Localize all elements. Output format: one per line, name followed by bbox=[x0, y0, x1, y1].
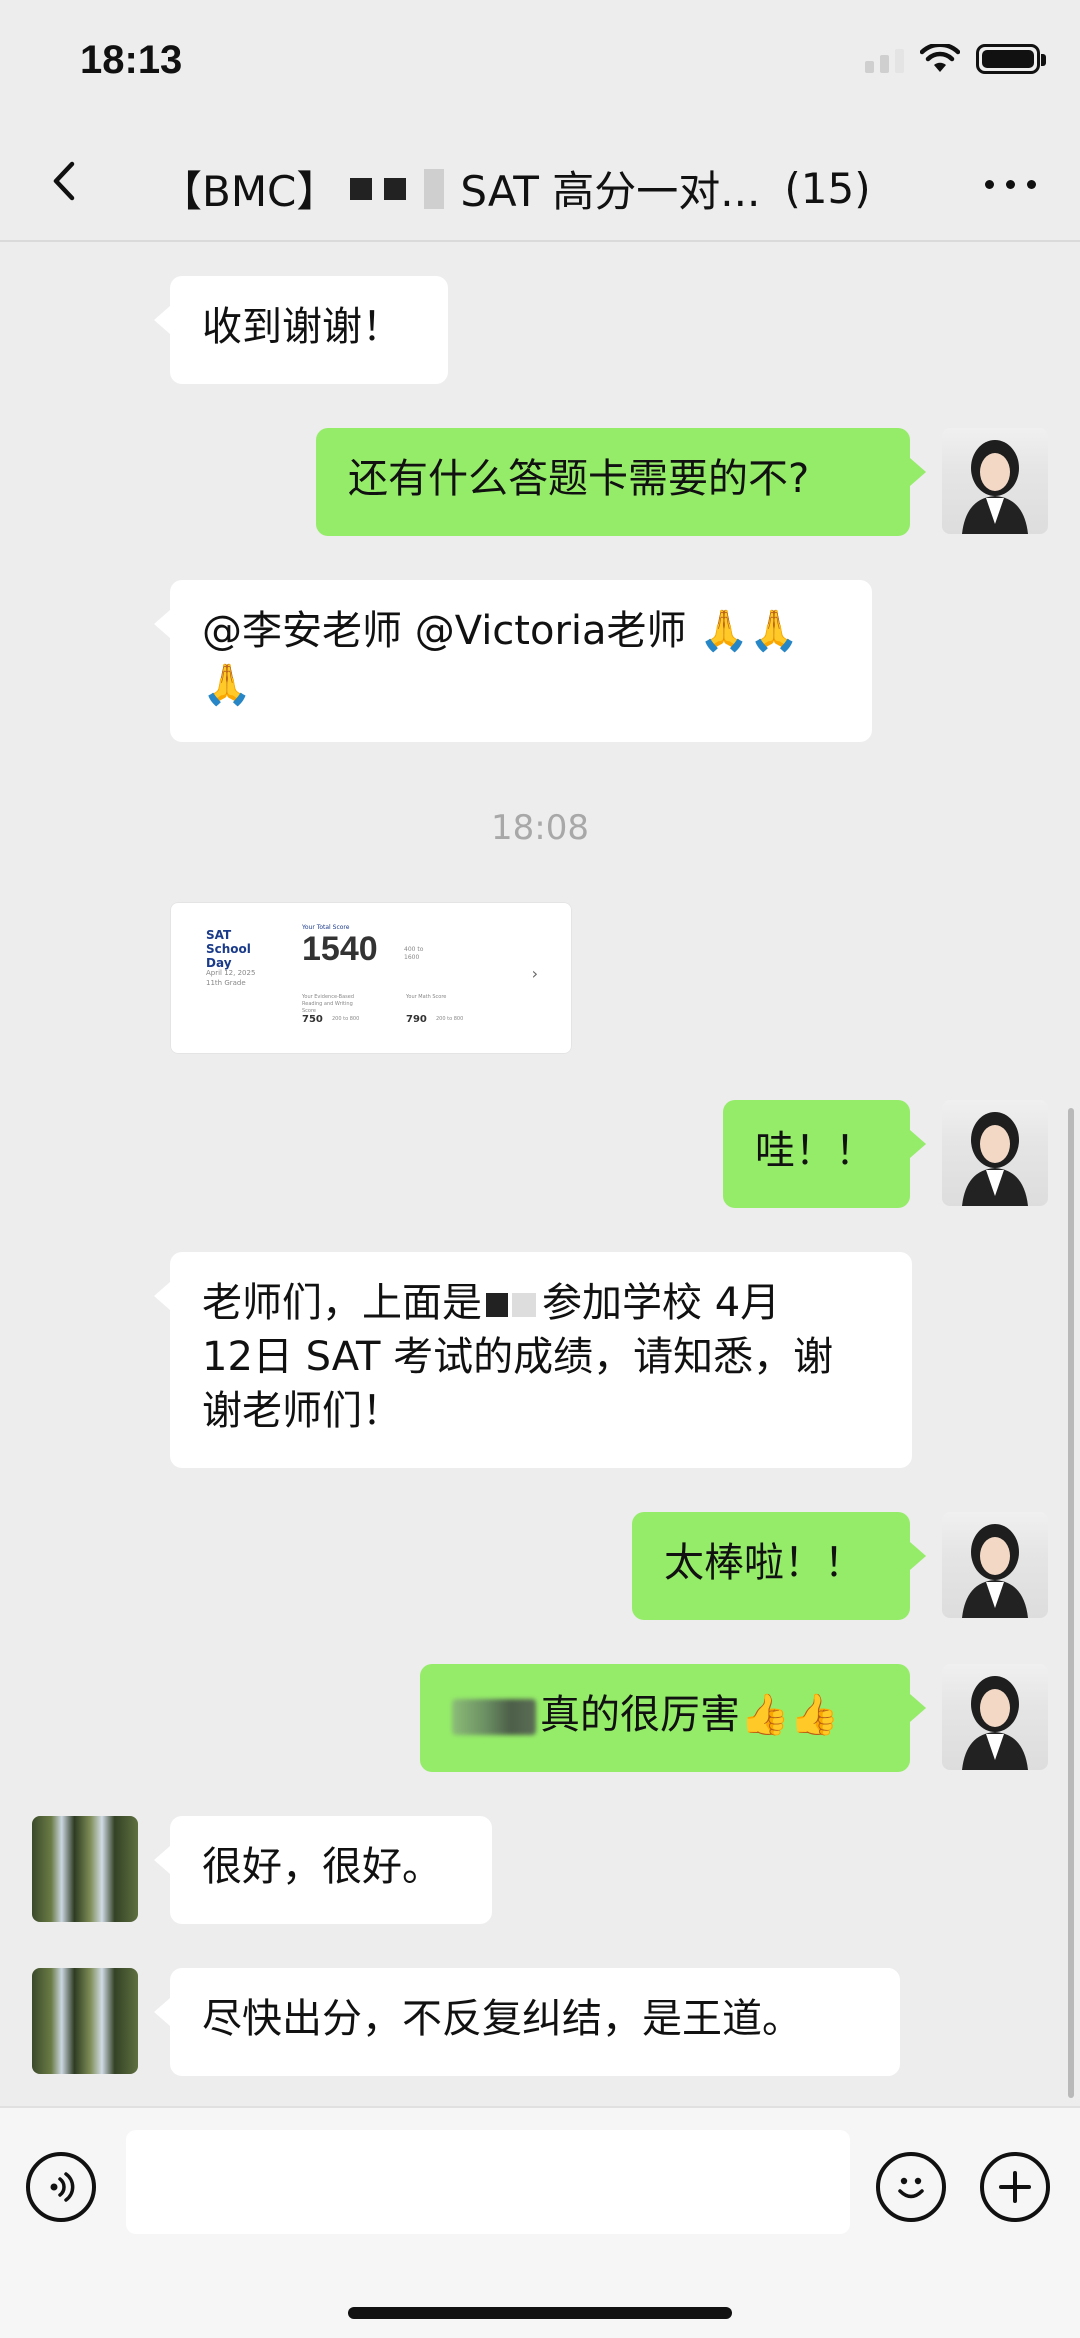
sound-wave-icon bbox=[50, 2172, 75, 2202]
message-bubble-incoming[interactable]: 很好，很好。 bbox=[154, 1816, 492, 1924]
section2-range: 200 to 800 bbox=[436, 1016, 464, 1022]
message-text: 很好，很好。 bbox=[202, 1844, 442, 1890]
avatar-portrait-icon bbox=[962, 1524, 1028, 1618]
my-avatar[interactable] bbox=[942, 1512, 1048, 1618]
status-icons bbox=[865, 44, 1046, 74]
section2-score: 790 bbox=[406, 1014, 427, 1025]
redacted-name bbox=[424, 168, 445, 209]
section2-label: Your Math Score bbox=[406, 994, 447, 1000]
add-attachment-icon[interactable] bbox=[980, 2152, 1050, 2222]
message-text: 🙏 bbox=[202, 662, 252, 708]
message-bubble-outgoing[interactable]: 哇！！ bbox=[723, 1100, 926, 1208]
contact-avatar[interactable] bbox=[32, 1816, 138, 1922]
voice-input-icon[interactable] bbox=[26, 2152, 96, 2222]
redacted-name bbox=[384, 177, 407, 200]
more-options-icon[interactable] bbox=[985, 180, 1036, 189]
member-count: (15) bbox=[784, 164, 871, 213]
message-text: 尽快出分，不反复纠结，是王道。 bbox=[202, 1996, 802, 2042]
message-bubble-incoming[interactable]: 收到谢谢！ bbox=[154, 276, 448, 384]
score-report-date: April 12, 2025 11th Grade bbox=[206, 968, 255, 988]
score-report-title: SAT School Day bbox=[206, 928, 251, 970]
message-text: 还有什么答题卡需要的不? bbox=[348, 456, 810, 502]
chat-title-prefix: 【BMC】 bbox=[160, 167, 339, 216]
score-grade-text: 11th Grade bbox=[206, 979, 246, 987]
message-text: 12日 SAT 考试的成绩，请知悉，谢 bbox=[202, 1334, 834, 1380]
redacted-name bbox=[512, 1293, 536, 1317]
message-line: 老师们，上面是 参加学校 4月 bbox=[202, 1276, 880, 1330]
total-score-range: 400 to 1600 bbox=[404, 946, 424, 961]
my-avatar[interactable] bbox=[942, 1664, 1048, 1770]
message-bubble-incoming[interactable]: @李安老师 @Victoria老师 🙏🙏 🙏 bbox=[154, 580, 872, 742]
blurred-name bbox=[452, 1699, 536, 1735]
avatar-portrait-icon bbox=[962, 1676, 1028, 1770]
message-text: 哇！！ bbox=[755, 1128, 875, 1174]
emoji-icon[interactable] bbox=[876, 2152, 946, 2222]
chevron-right-icon: › bbox=[531, 964, 538, 983]
message-timestamp: 18:08 bbox=[491, 808, 589, 848]
back-arrow-icon[interactable] bbox=[40, 156, 90, 206]
signal-icon bbox=[865, 45, 904, 73]
status-bar: 18:13 bbox=[0, 0, 1080, 120]
redacted-name bbox=[350, 177, 373, 200]
message-bubble-incoming[interactable]: 老师们，上面是 参加学校 4月 12日 SAT 考试的成绩，请知悉，谢 谢老师们！ bbox=[154, 1252, 912, 1468]
message-bubble-outgoing[interactable]: 真的很厉害👍👍 bbox=[420, 1664, 926, 1772]
my-avatar[interactable] bbox=[942, 428, 1048, 534]
message-text: @李安老师 @Victoria老师 🙏🙏 bbox=[202, 608, 799, 654]
message-input[interactable] bbox=[126, 2130, 850, 2234]
message-text: 参加学校 4月 bbox=[542, 1280, 781, 1326]
redacted-name bbox=[486, 1293, 508, 1317]
message-text: 真的很厉害👍👍 bbox=[540, 1692, 840, 1738]
score-date-text: April 12, 2025 bbox=[206, 969, 256, 977]
section1-label: Your Evidence-Based Reading and Writing … bbox=[302, 994, 354, 1014]
section1-range: 200 to 800 bbox=[332, 1016, 360, 1022]
message-text: 太棒啦！！ bbox=[664, 1540, 864, 1586]
score-report-image[interactable]: SAT School Day April 12, 2025 11th Grade… bbox=[170, 902, 572, 1054]
message-bubble-outgoing[interactable]: 还有什么答题卡需要的不? bbox=[316, 428, 926, 536]
avatar-portrait-icon bbox=[962, 1112, 1028, 1206]
chat-title: 【BMC】 SAT 高分一对... (15) bbox=[160, 158, 871, 219]
input-bar bbox=[0, 2106, 1080, 2338]
message-text: 老师们，上面是 bbox=[202, 1280, 482, 1326]
avatar-portrait-icon bbox=[962, 440, 1028, 534]
contact-avatar[interactable] bbox=[32, 1968, 138, 2074]
message-bubble-outgoing[interactable]: 太棒啦！！ bbox=[632, 1512, 926, 1620]
message-text: 收到谢谢！ bbox=[202, 304, 402, 350]
chat-header: 【BMC】 SAT 高分一对... (15) bbox=[0, 120, 1080, 242]
smiley-icon bbox=[898, 2177, 924, 2199]
message-bubble-incoming[interactable]: 尽快出分，不反复纠结，是王道。 bbox=[154, 1968, 900, 2076]
chat-scrollbar[interactable] bbox=[1068, 1108, 1074, 2098]
section1-score: 750 bbox=[302, 1014, 323, 1025]
my-avatar[interactable] bbox=[942, 1100, 1048, 1206]
message-text: 谢老师们！ bbox=[202, 1388, 402, 1434]
status-time: 18:13 bbox=[80, 38, 183, 82]
wifi-icon bbox=[920, 44, 960, 72]
plus-icon bbox=[999, 2171, 1031, 2203]
home-indicator[interactable] bbox=[348, 2307, 732, 2319]
battery-icon bbox=[976, 44, 1046, 74]
total-score-value: 1540 bbox=[302, 930, 378, 968]
chat-title-suffix: SAT 高分一对... bbox=[460, 167, 761, 216]
